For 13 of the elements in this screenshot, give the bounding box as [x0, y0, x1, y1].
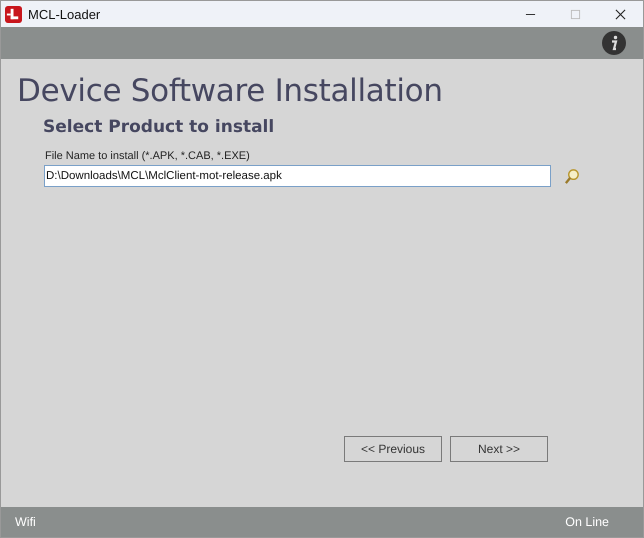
- next-button[interactable]: Next >>: [450, 436, 548, 462]
- info-icon[interactable]: [602, 31, 626, 55]
- app-logo-icon: [5, 6, 22, 22]
- previous-button[interactable]: << Previous: [344, 436, 442, 462]
- search-icon[interactable]: [564, 168, 581, 184]
- page-title: Device Software Installation: [17, 73, 444, 109]
- field-label: File Name to install (*.APK, *.CAB, *.EXE): [45, 150, 251, 162]
- window-title: MCL-Loader: [28, 6, 100, 22]
- close-icon[interactable]: [615, 8, 626, 20]
- page-subtitle: Select Product to install: [43, 117, 276, 137]
- file-name-field[interactable]: D:\Downloads\MCL\MclClient-mot-release.apk: [44, 165, 551, 187]
- wifi-status: Wifi: [15, 515, 36, 529]
- online-status: On Line: [565, 515, 609, 529]
